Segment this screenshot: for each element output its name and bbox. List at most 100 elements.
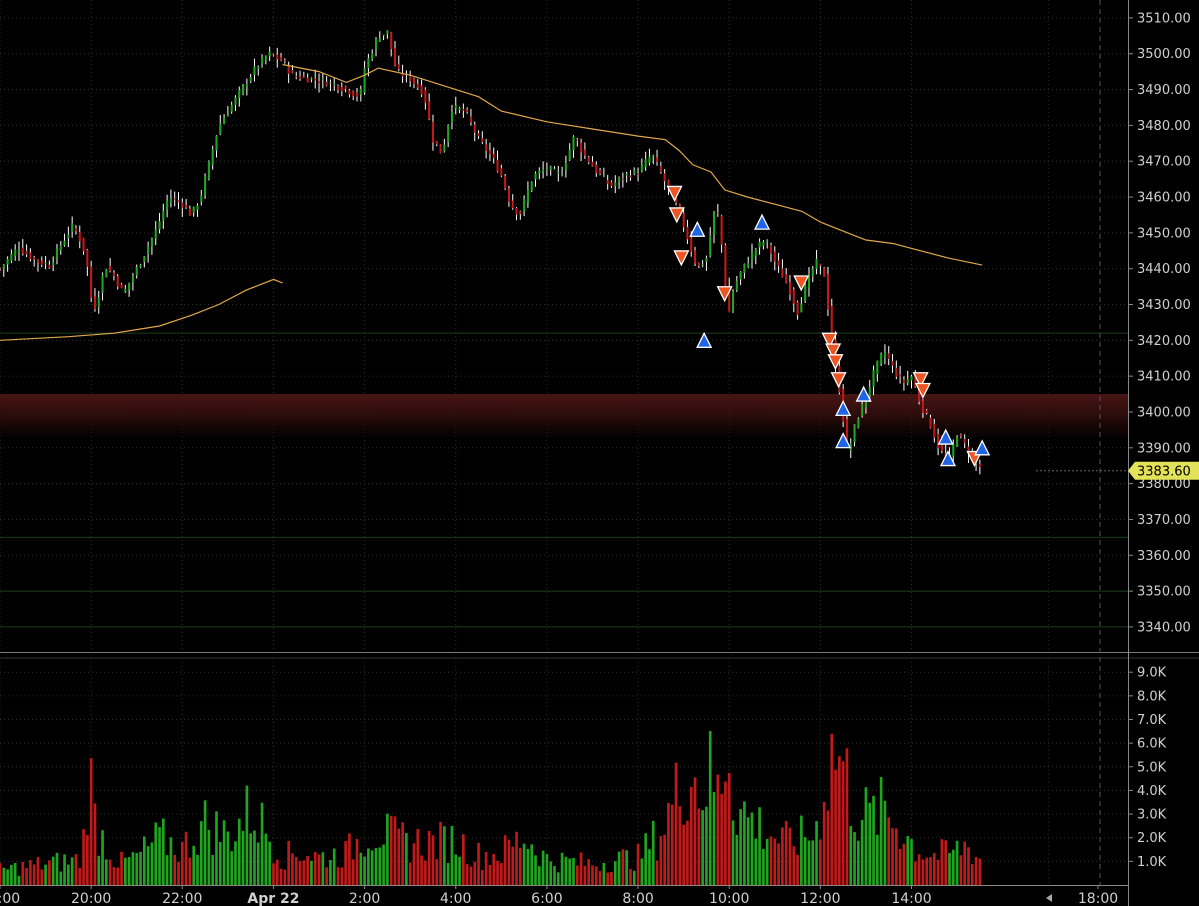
candle-down[interactable]	[397, 64, 400, 70]
candle-down[interactable]	[435, 141, 438, 145]
candle-up[interactable]	[447, 124, 450, 143]
candle-down[interactable]	[33, 257, 36, 260]
candle-down[interactable]	[181, 202, 184, 208]
candle-up[interactable]	[618, 177, 621, 183]
candle-down[interactable]	[314, 78, 317, 81]
candle-down[interactable]	[29, 252, 32, 260]
candle-up[interactable]	[374, 38, 378, 50]
candle-down[interactable]	[412, 78, 416, 85]
candle-down[interactable]	[74, 228, 78, 232]
candle-up[interactable]	[371, 53, 374, 60]
candle-up[interactable]	[530, 181, 533, 191]
candle-down[interactable]	[188, 208, 191, 216]
candle-down[interactable]	[940, 444, 943, 451]
candle-down[interactable]	[185, 205, 188, 208]
candle-down[interactable]	[507, 188, 510, 203]
candle-up[interactable]	[139, 264, 142, 268]
candle-up[interactable]	[910, 376, 913, 381]
candle-down[interactable]	[716, 212, 719, 214]
candle-down[interactable]	[462, 108, 465, 111]
candle-up[interactable]	[454, 105, 457, 109]
candle-up[interactable]	[268, 51, 271, 57]
candle-up[interactable]	[55, 248, 59, 260]
candle-down[interactable]	[899, 374, 902, 377]
candle-up[interactable]	[101, 274, 104, 293]
candle-up[interactable]	[564, 163, 567, 171]
candle-up[interactable]	[333, 84, 336, 86]
candle-up[interactable]	[363, 68, 366, 93]
candle-up[interactable]	[135, 266, 138, 276]
candle-down[interactable]	[82, 237, 85, 252]
candle-up[interactable]	[59, 245, 62, 251]
candle-down[interactable]	[515, 207, 518, 215]
candle-up[interactable]	[956, 436, 959, 447]
candle-up[interactable]	[815, 258, 818, 269]
candle-down[interactable]	[120, 284, 123, 289]
candle-up[interactable]	[876, 360, 879, 374]
candle-down[interactable]	[693, 250, 697, 264]
candle-down[interactable]	[485, 144, 488, 151]
candle-up[interactable]	[614, 182, 617, 186]
candle-up[interactable]	[257, 66, 260, 70]
candle-up[interactable]	[857, 418, 860, 428]
candle-down[interactable]	[90, 266, 93, 298]
candle-down[interactable]	[48, 264, 51, 268]
candle-up[interactable]	[731, 291, 735, 312]
candle-up[interactable]	[625, 173, 628, 176]
candle-down[interactable]	[439, 144, 442, 154]
candle-down[interactable]	[629, 175, 632, 178]
candle-down[interactable]	[317, 81, 321, 84]
candle-up[interactable]	[143, 256, 146, 262]
candle-down[interactable]	[777, 260, 780, 266]
candle-down[interactable]	[469, 116, 472, 123]
candle-down[interactable]	[466, 109, 469, 113]
candle-down[interactable]	[792, 289, 795, 304]
candle-up[interactable]	[811, 268, 814, 277]
candle-up[interactable]	[162, 210, 165, 221]
candle-down[interactable]	[431, 121, 435, 143]
candle-down[interactable]	[769, 244, 773, 254]
candle-down[interactable]	[583, 149, 586, 156]
candle-up[interactable]	[545, 169, 548, 171]
candle-down[interactable]	[355, 92, 359, 97]
candle-up[interactable]	[211, 149, 214, 165]
candle-down[interactable]	[116, 276, 119, 287]
candle-up[interactable]	[443, 144, 446, 152]
candle-down[interactable]	[109, 265, 112, 272]
candle-down[interactable]	[112, 272, 115, 276]
candle-down[interactable]	[659, 165, 662, 173]
candle-up[interactable]	[538, 170, 541, 174]
candle-up[interactable]	[105, 269, 108, 278]
candle-up[interactable]	[249, 76, 252, 82]
candle-up[interactable]	[52, 262, 55, 266]
candle-down[interactable]	[298, 76, 302, 79]
candle-down[interactable]	[291, 70, 294, 73]
candle-up[interactable]	[804, 284, 807, 302]
candle-up[interactable]	[67, 234, 70, 239]
candle-up[interactable]	[253, 65, 256, 75]
candle-up[interactable]	[44, 263, 47, 265]
candle-down[interactable]	[325, 81, 328, 86]
candle-down[interactable]	[785, 274, 788, 283]
candle-up[interactable]	[705, 258, 708, 262]
candle-down[interactable]	[591, 161, 594, 167]
candle-up[interactable]	[880, 353, 883, 364]
candle-down[interactable]	[887, 353, 890, 360]
candle-down[interactable]	[963, 438, 966, 444]
candle-up[interactable]	[261, 57, 264, 65]
candle-down[interactable]	[283, 60, 286, 62]
candle-up[interactable]	[853, 424, 856, 443]
candle-up[interactable]	[701, 264, 704, 266]
candle-down[interactable]	[420, 85, 423, 95]
candle-down[interactable]	[959, 434, 962, 437]
candle-up[interactable]	[952, 443, 955, 457]
candle-down[interactable]	[86, 249, 89, 267]
candle-down[interactable]	[697, 262, 700, 266]
candle-up[interactable]	[712, 211, 716, 236]
candle-up[interactable]	[766, 240, 769, 242]
candle-down[interactable]	[40, 260, 43, 265]
candle-down[interactable]	[519, 211, 522, 215]
candle-up[interactable]	[329, 82, 332, 84]
candle-down[interactable]	[724, 245, 727, 290]
candle-down[interactable]	[36, 260, 40, 264]
